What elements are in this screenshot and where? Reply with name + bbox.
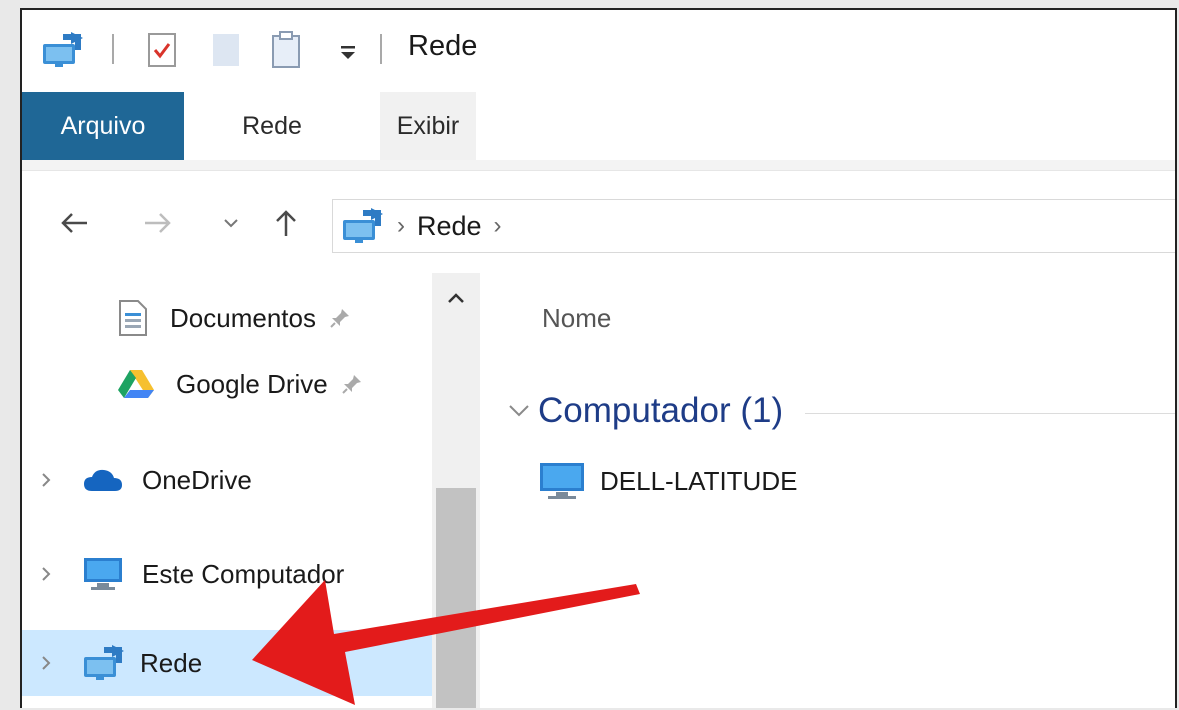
toolbar-separator	[112, 34, 114, 64]
cloud-icon	[82, 467, 124, 493]
scroll-up-chevron-icon[interactable]	[436, 278, 476, 318]
window-title: Rede	[408, 30, 478, 62]
group-label: Computador (1)	[538, 391, 784, 430]
address-bar[interactable]: › Rede ›	[332, 199, 1175, 253]
address-row: › Rede ›	[22, 171, 1175, 271]
breadcrumb-separator-icon[interactable]: ›	[397, 212, 405, 240]
ribbon-tabs: Arquivo Rede Exibir	[22, 92, 1175, 160]
network-icon	[82, 645, 126, 681]
sidebar-scrollbar-thumb[interactable]	[436, 488, 476, 708]
pin-icon[interactable]	[340, 372, 364, 396]
breadcrumb-separator-icon[interactable]: ›	[494, 212, 502, 240]
sidebar-item-documentos[interactable]: Documentos	[118, 285, 352, 351]
new-folder-icon[interactable]	[208, 32, 244, 68]
sidebar-item-label: Documentos	[170, 302, 316, 333]
breadcrumb-rede[interactable]: Rede	[417, 211, 482, 242]
content-pane: Nome Computador (1) DELL-LATITUDE	[492, 273, 1175, 708]
collapse-chevron-icon[interactable]	[508, 403, 530, 419]
up-arrow-icon[interactable]	[268, 205, 304, 241]
sidebar-item-label: OneDrive	[142, 464, 252, 495]
list-item-label: DELL-LATITUDE	[600, 465, 798, 496]
list-item-dell-latitude[interactable]: DELL-LATITUDE	[538, 456, 797, 506]
expand-chevron-icon[interactable]	[40, 471, 52, 489]
sidebar-item-este-computador[interactable]: Este Computador	[40, 541, 344, 607]
sidebar-item-label: Google Drive	[176, 368, 328, 399]
tab-exibir[interactable]: Exibir	[380, 92, 476, 160]
toolbar-separator	[380, 34, 382, 64]
google-drive-icon	[118, 368, 154, 400]
forward-arrow-icon[interactable]	[138, 205, 178, 241]
sidebar-item-label: Este Computador	[142, 558, 345, 589]
properties-icon[interactable]	[144, 32, 180, 68]
tab-arquivo[interactable]: Arquivo	[22, 92, 184, 160]
sidebar-item-google-drive[interactable]: Google Drive	[118, 351, 364, 417]
document-icon	[118, 299, 148, 337]
tab-rede[interactable]: Rede	[212, 92, 332, 160]
column-header-nome[interactable]: Nome	[542, 303, 611, 334]
pin-icon[interactable]	[328, 306, 352, 330]
title-bar: Rede	[22, 10, 1175, 92]
recent-locations-chevron-icon[interactable]	[218, 205, 244, 241]
network-icon	[341, 208, 385, 244]
clipboard-icon[interactable]	[268, 30, 304, 70]
group-divider	[805, 412, 1175, 414]
sidebar-item-label: Rede	[140, 647, 203, 678]
network-icon	[40, 32, 86, 68]
back-arrow-icon[interactable]	[54, 205, 94, 241]
explorer-window: Rede Arquivo Rede Exibir › Rede › Docume…	[20, 8, 1177, 708]
customize-toolbar-icon[interactable]	[336, 38, 360, 64]
ribbon-divider	[22, 160, 1175, 171]
group-header[interactable]: Computador (1)	[508, 381, 1175, 441]
sidebar-item-rede[interactable]: Rede	[22, 630, 432, 696]
expand-chevron-icon[interactable]	[40, 654, 52, 672]
sidebar-item-onedrive[interactable]: OneDrive	[40, 447, 252, 513]
computer-icon	[538, 461, 586, 501]
expand-chevron-icon[interactable]	[40, 565, 52, 583]
computer-icon	[82, 556, 124, 592]
